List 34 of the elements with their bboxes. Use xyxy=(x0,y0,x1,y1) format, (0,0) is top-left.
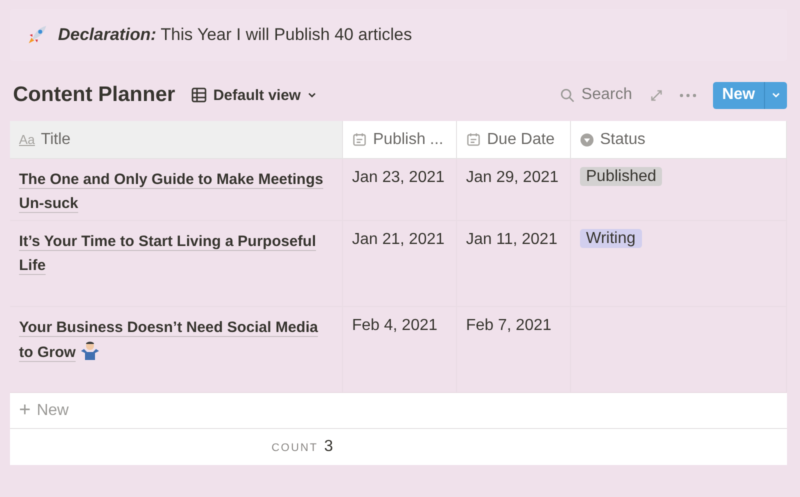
expand-icon xyxy=(650,88,664,102)
count-label: COUNT xyxy=(271,442,318,454)
status-tag: Writing xyxy=(580,229,642,248)
calendar-icon xyxy=(466,132,481,147)
search-icon xyxy=(560,88,576,102)
dropdown-icon xyxy=(580,132,594,146)
view-selector[interactable]: Default view xyxy=(187,84,321,106)
rocket-icon xyxy=(26,24,48,46)
column-header[interactable]: Due Date xyxy=(457,121,571,159)
database-title: Content Planner xyxy=(12,83,176,107)
page-title-link[interactable]: It’s Your Time to Start Living a Purposeful Life xyxy=(19,230,333,278)
calendar-icon xyxy=(352,132,367,147)
person-icon xyxy=(80,340,100,360)
text-type-icon: Aa xyxy=(19,132,35,147)
table-cell: Jan 11, 2021 xyxy=(466,231,558,248)
column-header[interactable]: Publish ... xyxy=(343,121,457,159)
table-cell: Jan 21, 2021 xyxy=(352,231,445,248)
caret-icon xyxy=(771,90,781,100)
count-value: 3 xyxy=(324,438,333,456)
add-row-button[interactable]: + New xyxy=(10,393,787,429)
column-header[interactable]: Status xyxy=(571,121,787,159)
page-title-link[interactable]: Your Business Doesn’t Need Social Media to Grow xyxy=(19,316,333,365)
callout-text: Declaration: This Year I will Publish 40 articles xyxy=(58,25,412,45)
table-cell: Feb 4, 2021 xyxy=(352,317,438,334)
caret-icon xyxy=(306,90,317,100)
search-button[interactable]: Search xyxy=(554,85,638,105)
page-title-link[interactable]: The One and Only Guide to Make Meetings Un-suck xyxy=(19,168,333,216)
table-cell: Jan 23, 2021 xyxy=(352,169,445,186)
table-icon xyxy=(191,87,208,103)
more-icon xyxy=(679,92,698,98)
table-cell: Jan 29, 2021 xyxy=(466,169,559,186)
column-header[interactable]: Aa Title xyxy=(10,121,343,159)
table-cell: Feb 7, 2021 xyxy=(466,317,552,334)
status-tag: Published xyxy=(580,167,662,186)
